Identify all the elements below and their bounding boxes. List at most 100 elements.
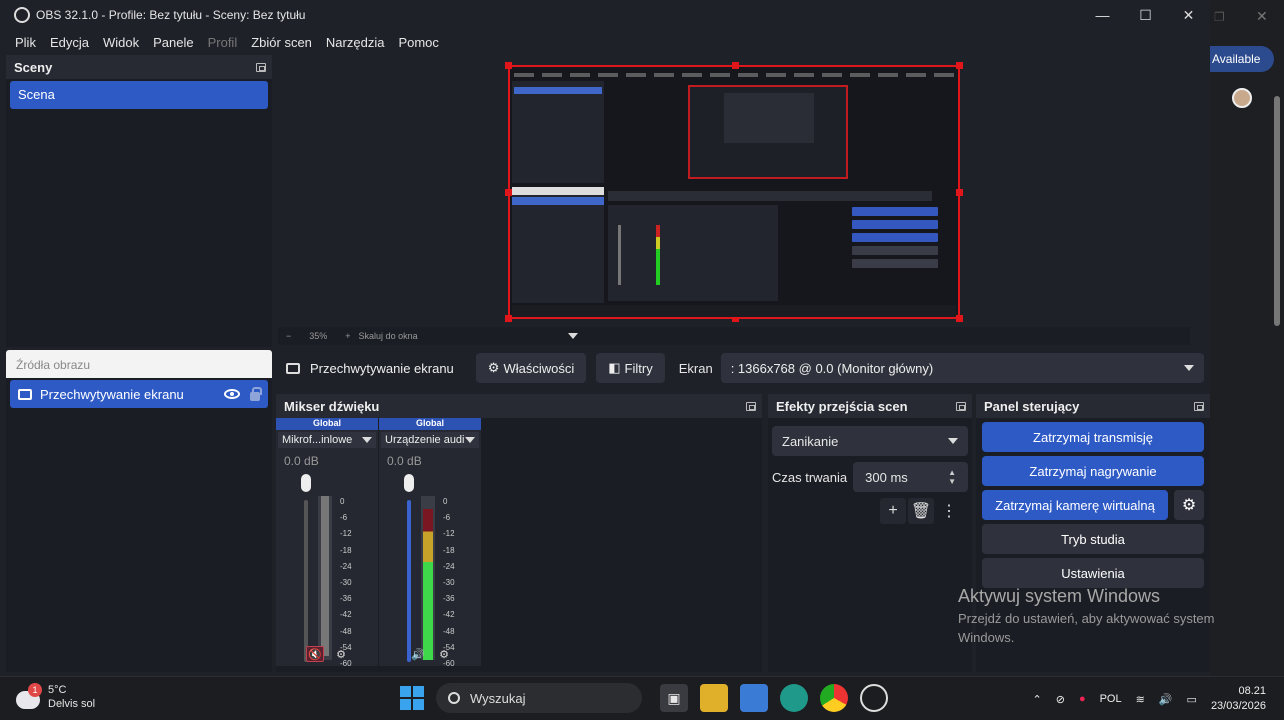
resize-handle[interactable] bbox=[956, 189, 963, 196]
menu-profile[interactable]: Profil bbox=[201, 35, 245, 50]
gear-icon[interactable]: ⚙ bbox=[1174, 490, 1204, 520]
language-indicator[interactable]: POL bbox=[1100, 693, 1122, 705]
menu-docks[interactable]: Panele bbox=[146, 35, 200, 50]
resize-handle[interactable] bbox=[505, 189, 512, 196]
search-icon bbox=[448, 692, 460, 704]
channel-name: Mikrof...inlowe bbox=[282, 434, 353, 446]
monitor-off-icon[interactable]: ⚙ bbox=[332, 646, 350, 662]
title-bar: OBS 32.1.0 - Profile: Bez tytułu - Sceny… bbox=[0, 0, 1210, 30]
gear-icon: ⚙ bbox=[487, 360, 500, 375]
dock-title: Efekty przejścia scen bbox=[776, 398, 908, 414]
wifi-icon[interactable]: ≋ bbox=[1136, 693, 1145, 706]
stop-virtual-camera-button[interactable]: Zatrzymaj kamerę wirtualną bbox=[982, 490, 1168, 520]
scene-item[interactable]: Scena bbox=[10, 81, 268, 109]
monitor-off-icon[interactable]: ⚙ bbox=[435, 646, 453, 662]
store-icon[interactable] bbox=[740, 684, 768, 712]
resize-handle[interactable] bbox=[956, 62, 963, 69]
transitions-title-bar: Efekty przejścia scen bbox=[768, 394, 972, 418]
file-explorer-icon[interactable] bbox=[700, 684, 728, 712]
channel-db: 0.0 dB bbox=[284, 454, 319, 468]
resize-handle[interactable] bbox=[732, 62, 739, 69]
close-icon: ✕ bbox=[1256, 8, 1268, 24]
stop-recording-button[interactable]: Zatrzymaj nagrywanie bbox=[982, 456, 1204, 486]
volume-knob[interactable] bbox=[301, 474, 311, 492]
float-icon[interactable] bbox=[1194, 401, 1204, 411]
task-view-icon[interactable]: ▣ bbox=[660, 684, 688, 712]
dock-title: Panel sterujący bbox=[984, 398, 1080, 414]
zoom-in-button[interactable]: + bbox=[345, 331, 350, 341]
float-icon[interactable] bbox=[956, 401, 966, 411]
scale-tick: 0 bbox=[340, 497, 345, 506]
transition-select[interactable]: Zanikanie bbox=[772, 426, 968, 456]
menu-file[interactable]: Plik bbox=[8, 35, 43, 50]
minimize-button[interactable]: — bbox=[1081, 4, 1124, 26]
scale-tick: -18 bbox=[340, 545, 352, 555]
network-off-icon[interactable]: ⊘ bbox=[1056, 693, 1065, 706]
maximize-button[interactable]: ☐ bbox=[1124, 4, 1167, 26]
properties-button[interactable]: ⚙ Właściwości bbox=[475, 353, 587, 383]
scene-list: Scena bbox=[6, 79, 272, 111]
microphone-icon[interactable]: ● bbox=[1079, 693, 1086, 705]
muted-speaker-icon[interactable]: 🔇 bbox=[306, 646, 324, 662]
level-meter bbox=[318, 496, 332, 660]
volume-knob[interactable] bbox=[404, 474, 414, 492]
window-title: OBS 32.1.0 - Profile: Bez tytułu - Sceny… bbox=[36, 8, 306, 22]
volume-icon[interactable]: 🔊 bbox=[1159, 693, 1173, 706]
scrollbar[interactable] bbox=[1274, 96, 1280, 326]
menu-help[interactable]: Pomoc bbox=[391, 35, 445, 50]
chevron-down-icon bbox=[362, 437, 372, 443]
mixer-channel-desktop: Global Urządzenie audio 0.0 dB 0 -6 -12 … bbox=[379, 418, 481, 668]
zoom-out-button[interactable]: − bbox=[286, 331, 291, 341]
float-icon[interactable] bbox=[746, 401, 756, 411]
menu-tools[interactable]: Narzędzia bbox=[319, 35, 392, 50]
trash-icon[interactable]: 🗑 bbox=[908, 498, 934, 524]
spin-arrows-icon[interactable]: ▲ ▼ bbox=[948, 468, 956, 486]
scale-tick: -24 bbox=[340, 561, 352, 571]
notification-badge: 1 bbox=[28, 683, 42, 697]
start-button[interactable] bbox=[400, 686, 424, 710]
channel-select[interactable]: Urządzenie audio bbox=[381, 432, 479, 448]
scale-dropdown-icon[interactable] bbox=[567, 333, 578, 339]
screen-select[interactable]: : 1366x768 @ 0.0 (Monitor główny) bbox=[720, 353, 1204, 383]
obs-taskbar-icon[interactable] bbox=[860, 684, 888, 712]
battery-icon[interactable]: ▭ bbox=[1187, 693, 1197, 706]
captured-sources bbox=[512, 187, 604, 303]
preview-canvas[interactable] bbox=[505, 62, 963, 322]
filters-button[interactable]: ◧ Filtry bbox=[596, 353, 665, 383]
resize-handle[interactable] bbox=[956, 315, 963, 322]
duration-spinbox[interactable]: 300 ms ▲ ▼ bbox=[853, 462, 968, 492]
source-item[interactable]: Przechwytywanie ekranu bbox=[10, 380, 268, 408]
float-icon[interactable] bbox=[256, 62, 266, 72]
scale-tick: -42 bbox=[443, 610, 455, 620]
studio-mode-button[interactable]: Tryb studia bbox=[982, 524, 1204, 554]
scale-to-window[interactable]: Skaluj do okna bbox=[359, 331, 418, 341]
menu-scene-collection[interactable]: Zbiór scen bbox=[244, 35, 319, 50]
visibility-eye-icon[interactable] bbox=[224, 389, 240, 399]
chevron-up-icon[interactable]: ⌃ bbox=[1033, 693, 1042, 706]
resize-handle[interactable] bbox=[505, 315, 512, 322]
more-icon[interactable]: ⋮ bbox=[936, 498, 962, 524]
close-button[interactable]: ✕ bbox=[1167, 4, 1210, 26]
channel-select[interactable]: Mikrof...inlowe bbox=[278, 432, 376, 448]
clock[interactable]: 08.21 23/03/2026 bbox=[1211, 684, 1266, 714]
sources-filter-input[interactable]: Źródła obrazu bbox=[6, 350, 272, 378]
volume-slider[interactable] bbox=[304, 500, 308, 662]
stop-streaming-button[interactable]: Zatrzymaj transmisję bbox=[982, 422, 1204, 452]
weather-widget[interactable]: 1 5°C Delvis sol bbox=[16, 683, 95, 711]
lock-icon[interactable] bbox=[250, 386, 262, 401]
menu-edit[interactable]: Edycja bbox=[43, 35, 96, 50]
chrome-icon[interactable] bbox=[820, 684, 848, 712]
watermark-text: Przejdź do ustawień, aby aktywować syste… bbox=[958, 611, 1215, 645]
resize-handle[interactable] bbox=[505, 62, 512, 69]
edge-icon[interactable] bbox=[780, 684, 808, 712]
taskbar-search[interactable]: Wyszukaj bbox=[436, 683, 642, 713]
volume-slider[interactable] bbox=[407, 500, 411, 662]
mixer-channel-mic: Global Mikrof...inlowe 0.0 dB 0 -6 -12 -… bbox=[276, 418, 378, 668]
scale-tick: -24 bbox=[443, 561, 455, 571]
system-tray: ⌃ ⊘ ● POL ≋ 🔊 ▭ 08.21 23/03/2026 bbox=[1033, 677, 1284, 720]
settings-button[interactable]: Ustawienia bbox=[982, 558, 1204, 588]
menu-view[interactable]: Widok bbox=[96, 35, 146, 50]
add-icon[interactable]: + bbox=[880, 498, 906, 524]
speaker-icon[interactable]: 🔊 bbox=[409, 646, 427, 662]
preview-area[interactable]: − 35% + Skaluj do okna bbox=[278, 55, 1190, 345]
